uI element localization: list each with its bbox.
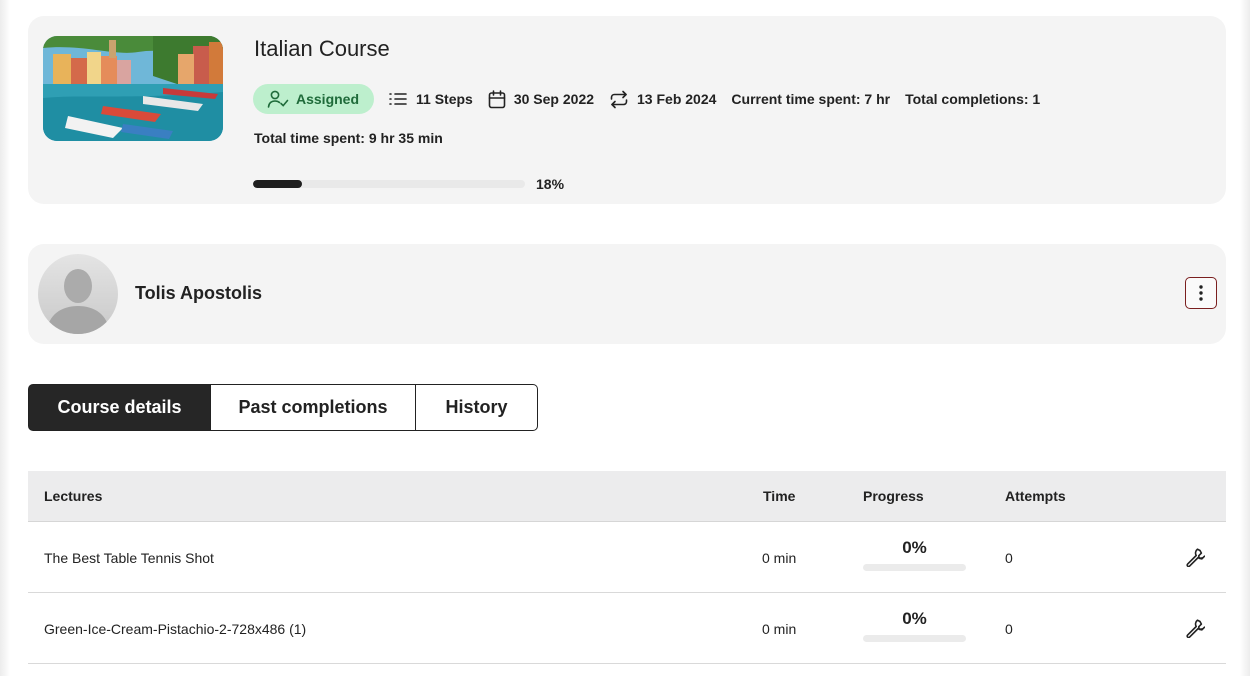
lecture-name: Green-Ice-Cream-Pistachio-2-728x486 (1) xyxy=(44,621,307,637)
user-card: Tolis Apostolis xyxy=(28,244,1226,344)
repeat-icon xyxy=(610,90,628,108)
start-date: 30 Sep 2022 xyxy=(488,89,595,109)
page-edge-left xyxy=(0,0,10,676)
header-attempts: Attempts xyxy=(1005,488,1066,504)
total-completions: Total completions: 1 xyxy=(905,91,1041,107)
lecture-attempts: 0 xyxy=(1005,550,1013,566)
lecture-time: 0 min xyxy=(762,621,797,637)
header-time: Time xyxy=(763,488,796,504)
start-date-label: 30 Sep 2022 xyxy=(513,91,595,107)
course-meta-row: Assigned 11 Steps 30 Sep 2022 13 Feb 202… xyxy=(253,84,1055,114)
wrench-icon xyxy=(1186,619,1206,639)
lecture-progress: 0% xyxy=(863,538,966,571)
kebab-menu-icon xyxy=(1199,285,1203,301)
renew-date: 13 Feb 2024 xyxy=(609,90,716,109)
lecture-name: The Best Table Tennis Shot xyxy=(44,550,214,566)
steps-count: 11 Steps xyxy=(388,91,473,107)
table-row: Green-Ice-Cream-Pistachio-2-728x486 (1) … xyxy=(28,593,1226,664)
avatar xyxy=(38,254,118,334)
list-icon xyxy=(389,93,407,105)
course-summary-card: Italian Course Assigned 11 Steps 30 Sep … xyxy=(28,16,1226,204)
lecture-progress-track xyxy=(863,564,966,571)
user-name: Tolis Apostolis xyxy=(135,283,263,303)
course-progress-fill xyxy=(253,180,302,188)
wrench-icon xyxy=(1186,548,1206,568)
lectures-table: Lectures Time Progress Attempts The Best… xyxy=(28,471,1226,664)
tab-course-details[interactable]: Course details xyxy=(28,384,211,431)
lecture-progress: 0% xyxy=(863,609,966,642)
lecture-attempts: 0 xyxy=(1005,621,1013,637)
lecture-progress-track xyxy=(863,635,966,642)
calendar-icon xyxy=(488,89,506,108)
header-progress: Progress xyxy=(863,488,924,504)
course-progress-track xyxy=(253,180,525,188)
lecture-settings-button[interactable] xyxy=(1185,547,1206,570)
header-lectures: Lectures xyxy=(44,488,103,504)
status-badge-label: Assigned xyxy=(296,91,360,107)
course-thumbnail xyxy=(43,36,223,141)
lecture-progress-label: 0% xyxy=(902,538,927,557)
page-edge-right xyxy=(1240,0,1250,676)
lecture-settings-button[interactable] xyxy=(1185,618,1206,641)
table-row: The Best Table Tennis Shot 0 min 0% 0 xyxy=(28,522,1226,593)
steps-count-label: 11 Steps xyxy=(416,91,473,107)
table-header: Lectures Time Progress Attempts xyxy=(28,471,1226,522)
tab-past-completions[interactable]: Past completions xyxy=(211,384,416,431)
total-time-spent: Total time spent: 9 hr 35 min xyxy=(254,130,443,146)
renew-date-label: 13 Feb 2024 xyxy=(637,91,717,107)
current-time-spent: Current time spent: 7 hr xyxy=(731,91,891,107)
tab-history[interactable]: History xyxy=(416,384,538,431)
status-badge: Assigned xyxy=(253,84,375,114)
course-progress: 18% xyxy=(253,176,564,192)
course-title: Italian Course xyxy=(254,36,390,61)
lecture-progress-label: 0% xyxy=(902,609,927,628)
course-progress-label: 18% xyxy=(536,176,565,192)
lecture-time: 0 min xyxy=(762,550,797,566)
user-menu-button[interactable] xyxy=(1185,277,1217,309)
tab-bar: Course details Past completions History xyxy=(28,384,538,431)
user-check-icon xyxy=(267,90,289,108)
